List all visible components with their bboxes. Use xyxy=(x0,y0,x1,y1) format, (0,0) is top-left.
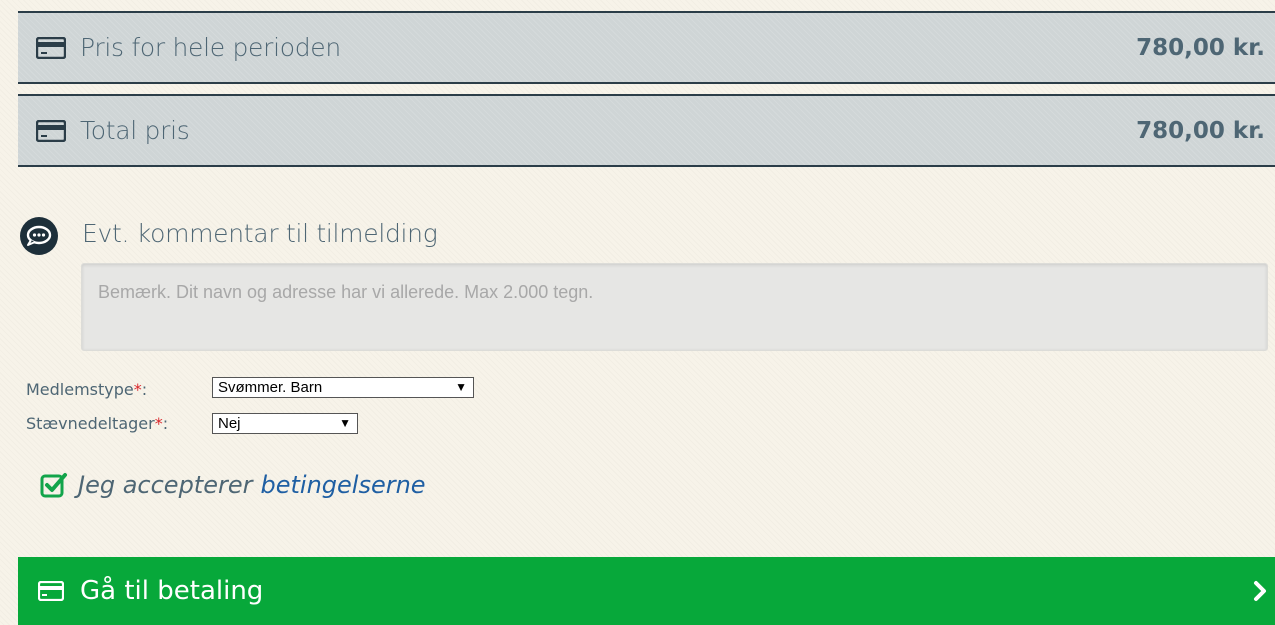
credit-card-icon xyxy=(36,36,66,59)
credit-card-icon xyxy=(38,581,64,601)
total-label: Total pris xyxy=(80,116,190,145)
terms-acceptance: Jeg accepterer betingelserne xyxy=(40,471,426,499)
membership-type-label: Medlemstype*: xyxy=(26,380,147,399)
required-mark: * xyxy=(154,414,163,433)
competitor-select[interactable]: Nej ▼ xyxy=(212,413,358,434)
terms-text: Jeg accepterer xyxy=(78,471,253,499)
go-to-payment-label: Gå til betaling xyxy=(80,576,264,606)
price-row-total: Total pris 780,00 kr. xyxy=(18,94,1275,167)
dropdown-arrow-icon: ▼ xyxy=(339,416,351,430)
label-suffix: : xyxy=(162,414,169,433)
label-suffix: : xyxy=(141,380,148,399)
comment-title: Evt. kommentar til tilmelding xyxy=(82,219,438,248)
comment-icon xyxy=(20,217,58,255)
credit-card-icon xyxy=(36,119,66,142)
membership-type-select[interactable]: Svømmer. Barn ▼ xyxy=(212,377,474,398)
price-label: Pris for hele perioden xyxy=(80,33,341,62)
membership-type-label-text: Medlemstype xyxy=(26,380,134,399)
price-row-period: Pris for hele perioden 780,00 kr. xyxy=(18,11,1275,84)
competitor-label-text: Stævnedeltager xyxy=(26,414,155,433)
comment-textarea[interactable] xyxy=(81,263,1268,351)
dropdown-arrow-icon: ▼ xyxy=(455,380,467,394)
competitor-value: Nej xyxy=(218,415,241,432)
required-mark: * xyxy=(133,380,142,399)
checkbox-checked-icon[interactable] xyxy=(40,471,68,499)
total-amount: 780,00 kr. xyxy=(1136,117,1265,144)
go-to-payment-button[interactable]: Gå til betaling xyxy=(18,557,1275,625)
chevron-right-icon xyxy=(1254,581,1266,601)
price-amount: 780,00 kr. xyxy=(1136,34,1265,61)
competitor-label: Stævnedeltager*: xyxy=(26,414,168,433)
terms-link[interactable]: betingelserne xyxy=(260,471,425,499)
membership-type-value: Svømmer. Barn xyxy=(218,379,323,396)
